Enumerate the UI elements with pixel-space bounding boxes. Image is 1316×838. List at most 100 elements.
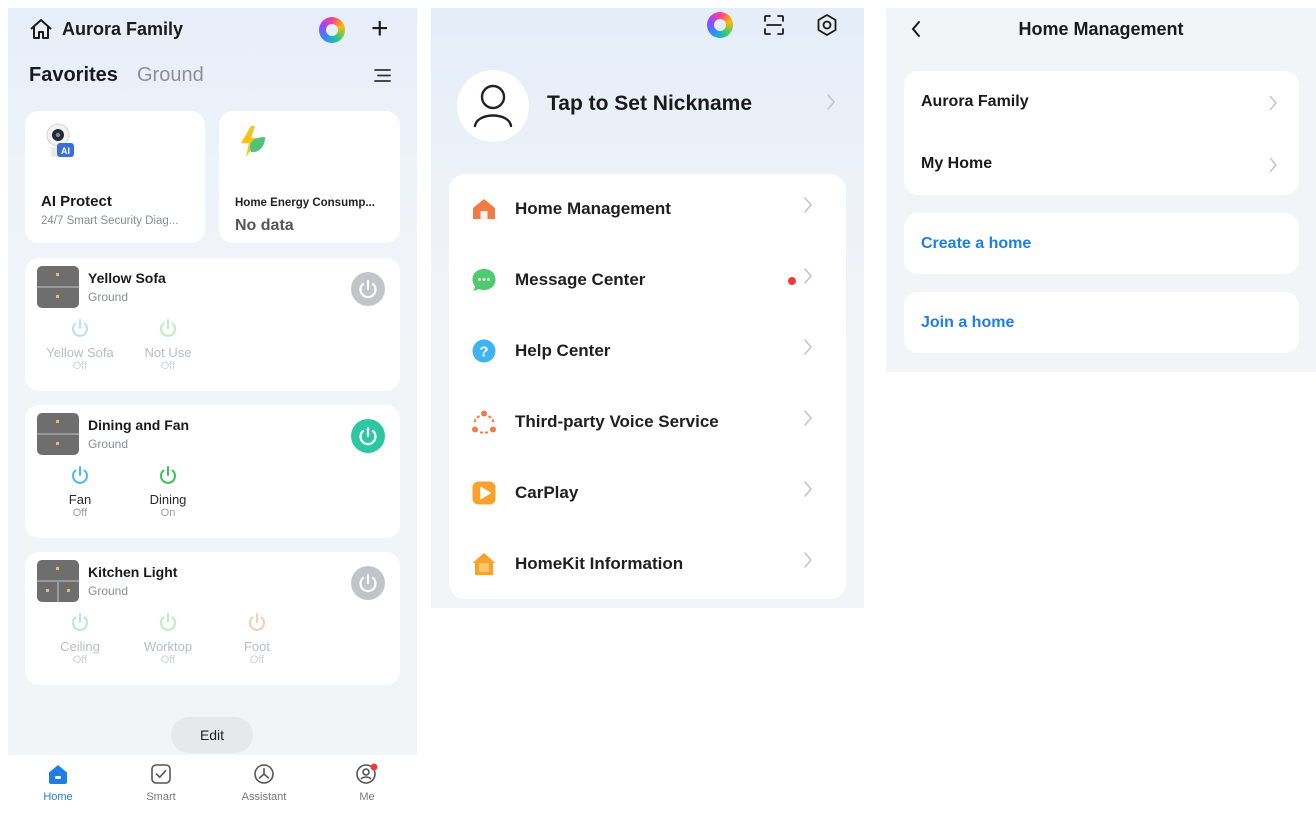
nav-label: Me	[359, 791, 375, 803]
nickname-prompt[interactable]: Tap to Set Nickname	[547, 92, 752, 116]
menu-label: HomeKit Information	[515, 554, 684, 573]
menu-item-third-party-voice[interactable]: Third-party Voice Service	[449, 387, 846, 457]
device-card-yellow-sofa[interactable]: Yellow Sofa Ground Yellow Sofa Off Not U…	[25, 258, 400, 391]
voice-service-icon	[472, 410, 496, 434]
master-power-button[interactable]	[351, 419, 385, 453]
unread-badge	[788, 277, 796, 285]
avatar[interactable]	[457, 70, 529, 142]
home-name: Aurora Family	[921, 93, 1029, 110]
sub-switch-name: Foot	[243, 639, 270, 654]
menu-item-carplay[interactable]: CarPlay	[449, 458, 846, 528]
nav-item-home[interactable]: Home	[33, 763, 83, 803]
device-name: Dining and Fan	[88, 417, 190, 433]
home-icon	[49, 765, 67, 784]
assistant-orb-icon[interactable]	[707, 12, 733, 38]
create-home-label: Create a home	[921, 235, 1032, 252]
settings-gear-icon[interactable]	[815, 13, 839, 37]
menu-label: Help Center	[515, 341, 611, 360]
chevron-right-icon	[1269, 95, 1277, 111]
help-icon: ?	[472, 339, 496, 363]
menu-label: Message Center	[515, 270, 646, 289]
checkbox-icon	[151, 764, 171, 784]
sub-switch[interactable]: Yellow Sofa Off	[35, 317, 125, 372]
sub-switch-name: Dining	[149, 492, 187, 507]
card-title: Home Energy Consump...	[235, 197, 375, 209]
menu-item-help-center[interactable]: ? Help Center	[449, 316, 846, 386]
svg-text:?: ?	[479, 344, 488, 361]
carplay-icon	[472, 481, 496, 505]
sub-switch[interactable]: Ceiling Off	[35, 611, 125, 666]
list-menu-icon[interactable]	[374, 68, 391, 83]
sub-switch-name: Fan	[68, 492, 92, 507]
chevron-right-icon	[804, 481, 813, 497]
page-title: Home Management	[1018, 19, 1184, 39]
energy-card[interactable]: Home Energy Consump... No data	[219, 111, 400, 243]
profile-row[interactable]: Tap to Set Nickname	[431, 68, 864, 144]
device-name: Kitchen Light	[88, 564, 178, 580]
ai-protect-card[interactable]: AI AI Protect 24/7 Smart Security Diag..…	[25, 111, 205, 243]
bottom-nav: Home Smart Assistant Me	[8, 755, 417, 838]
edit-button[interactable]: Edit	[171, 717, 253, 753]
sub-switch-name: Not Use	[144, 345, 192, 360]
sub-switch-state: Off	[72, 360, 88, 372]
home-list-item[interactable]: Aurora Family	[904, 71, 1299, 133]
master-power-button[interactable]	[351, 272, 385, 306]
chevron-right-icon	[1269, 157, 1277, 173]
sub-switch[interactable]: Dining On	[123, 464, 213, 519]
sub-switch-name: Yellow Sofa	[46, 345, 114, 360]
user-avatar-icon	[473, 84, 513, 128]
homekit-icon	[472, 553, 496, 575]
chevron-right-icon	[804, 552, 813, 568]
device-card-dining-and-fan[interactable]: Dining and Fan Ground Fan Off Dining On	[25, 405, 400, 538]
sub-switch-state: Off	[160, 360, 176, 372]
family-name[interactable]: Aurora Family	[62, 19, 183, 40]
home-name: My Home	[921, 155, 993, 172]
card-subtitle: No data	[235, 217, 294, 234]
sub-switch[interactable]: Foot Off	[212, 611, 302, 666]
create-home-button[interactable]: Create a home	[904, 213, 1299, 274]
nav-item-me[interactable]: Me	[342, 763, 392, 803]
join-home-label: Join a home	[921, 314, 1015, 331]
sub-switch[interactable]: Worktop Off	[123, 611, 213, 666]
message-icon	[472, 269, 496, 291]
scan-icon[interactable]	[763, 14, 785, 36]
house-icon	[473, 199, 495, 219]
home-management-screen: Home Management Aurora Family My Home Cr…	[886, 8, 1316, 372]
home-list-item[interactable]: My Home	[904, 133, 1299, 195]
switch-panel-icon	[37, 560, 79, 602]
energy-icon	[237, 125, 269, 159]
nav-label: Home	[43, 791, 73, 803]
assistant-orb-icon[interactable]	[319, 17, 345, 43]
switch-panel-icon	[37, 266, 79, 308]
nav-item-smart[interactable]: Smart	[136, 763, 186, 803]
home-icon-header[interactable]	[29, 18, 53, 40]
menu-item-home-management[interactable]: Home Management	[449, 174, 846, 244]
menu-label: CarPlay	[515, 483, 579, 502]
me-screen: Tap to Set Nickname Home Management Mess…	[431, 8, 864, 608]
tab-favorites[interactable]: Favorites	[29, 64, 118, 87]
nav-label: Smart	[146, 791, 176, 803]
add-icon[interactable]: +	[371, 14, 389, 44]
sub-switch-state: Off	[249, 654, 265, 666]
me-menu-card: Home Management Message Center ? Help Ce…	[449, 174, 846, 599]
chevron-right-icon	[826, 93, 836, 111]
device-card-kitchen-light[interactable]: Kitchen Light Ground Ceiling Off Worktop…	[25, 552, 400, 685]
sub-switch[interactable]: Not Use Off	[123, 317, 213, 372]
tab-ground[interactable]: Ground	[137, 64, 204, 87]
join-home-button[interactable]: Join a home	[904, 292, 1299, 353]
menu-item-homekit[interactable]: HomeKit Information	[449, 529, 846, 599]
device-name: Yellow Sofa	[88, 270, 166, 286]
menu-label: Third-party Voice Service	[515, 412, 719, 431]
user-icon	[356, 763, 378, 784]
camera-icon: AI	[45, 123, 75, 159]
svg-text:AI: AI	[61, 146, 70, 156]
chevron-right-icon	[804, 197, 813, 213]
master-power-button[interactable]	[351, 566, 385, 600]
sub-switch[interactable]: Fan Off	[35, 464, 125, 519]
sub-switch-name: Ceiling	[60, 639, 100, 654]
nav-item-assistant[interactable]: Assistant	[234, 763, 294, 803]
sub-switch-name: Worktop	[143, 639, 193, 654]
switch-panel-icon	[37, 413, 79, 455]
menu-item-message-center[interactable]: Message Center	[449, 245, 846, 315]
sub-switch-state: On	[160, 507, 176, 519]
